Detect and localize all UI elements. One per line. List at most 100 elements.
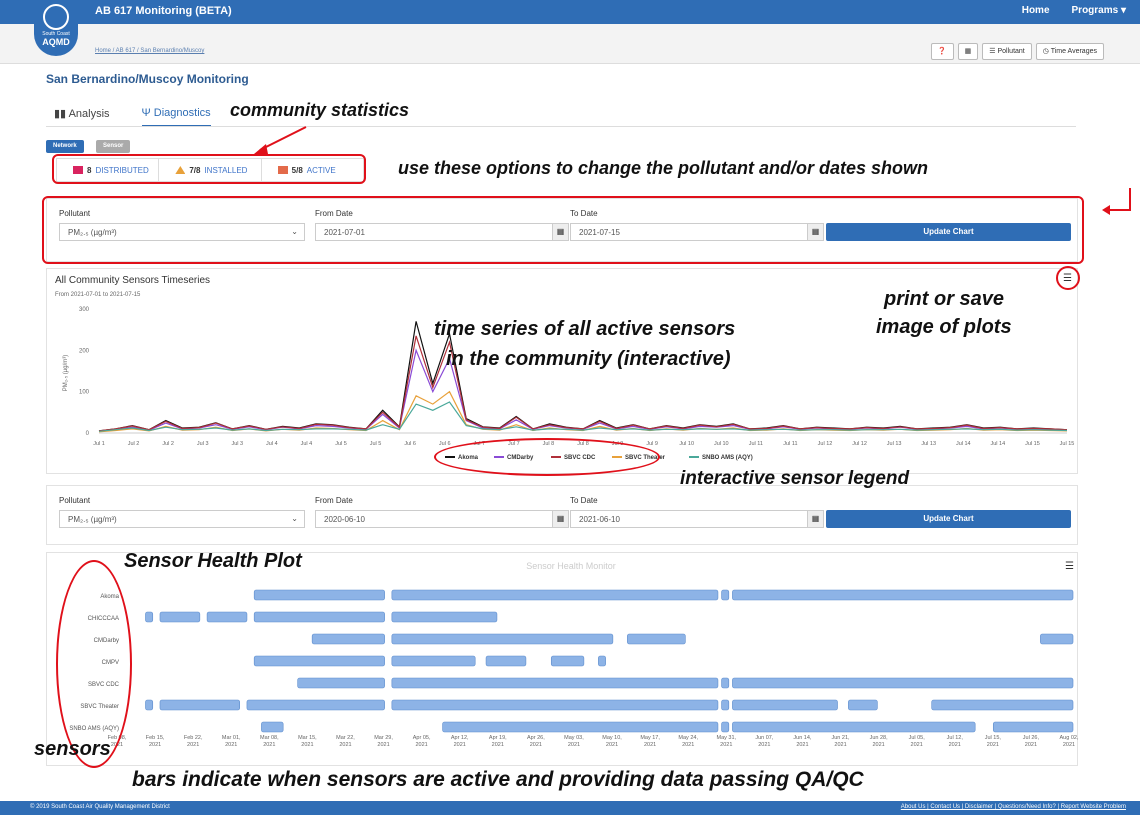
legend-item: SNBO AMS (AQY) [702,455,753,461]
chart-title: All Community Sensors Timeseries [55,275,210,286]
x-tick-label: 2021 [301,742,313,748]
annotation-health: Sensor Health Plot [124,550,302,572]
x-tick-label: Jul 6 [404,441,416,447]
main-tabs: ▮▮ Analysis Ψ Diagnostics [54,107,211,127]
nav-home[interactable]: Home [1022,5,1050,16]
x-tick-label: 2021 [1025,742,1037,748]
pollutant-select[interactable]: PM₂.₅ (µg/m³) ⌄ [59,510,305,528]
annotation-legend: interactive sensor legend [680,468,910,489]
x-tick-label: May 31, [716,735,736,741]
chart-subtitle: From 2021-07-01 to 2021-07-15 [55,292,141,298]
nav-programs[interactable]: Programs ▾ [1072,5,1126,16]
x-tick-label: Jul 15 [1060,441,1075,447]
activity-bar [159,699,240,711]
x-tick-label: Jul 05, [909,735,926,741]
breadcrumb[interactable]: Home / AB 617 / San Bernardino/Muscoy [95,48,204,54]
annotation-bars: bars indicate when sensors are active an… [132,768,864,791]
x-tick-label: Jul 1 [93,441,105,447]
x-tick-label: Mar 01, [222,735,241,741]
x-tick-label: 2021 [377,742,389,748]
x-tick-label: 2021 [644,742,656,748]
page-root: AB 617 Monitoring (BETA) Home Programs ▾… [0,0,1140,815]
x-tick-label: Apr 26, [527,735,545,741]
x-tick-label: Mar 29, [374,735,393,741]
annotation-circle-menu [1056,266,1080,290]
x-tick-label: Jul 2 [128,441,140,447]
x-tick-label: Mar 08, [260,735,279,741]
x-tick-label: Feb 22, [184,735,203,741]
activity-bar [145,611,154,623]
x-tick-label: Jul 4 [301,441,313,447]
subtab-sensor[interactable]: Sensor [96,140,131,153]
x-tick-label: May 24, [678,735,698,741]
annotation-timeseries-2: in the community (interactive) [446,348,731,370]
activity-bar [627,633,686,645]
app-title: AB 617 Monitoring (BETA) [95,5,232,17]
activity-bar [721,721,730,733]
pollutant-icon: ☰ [989,48,996,55]
activity-bar [246,699,385,711]
pollutant-button[interactable]: ☰ Pollutant [982,43,1032,60]
x-tick-label: Jul 2 [162,441,174,447]
activity-bar [732,677,1074,689]
activity-bar [253,589,385,601]
diagnostics-icon: Ψ [141,107,151,119]
x-tick-label: Jul 3 [231,441,243,447]
x-tick-label: Jul 11 [749,441,763,447]
aqmd-logo[interactable]: South Coast AQMD [34,2,78,56]
bar-chart-icon: ▮▮ [54,108,67,120]
x-tick-label: Mar 15, [298,735,317,741]
sensor-health-chart[interactable]: Sensor Health MonitorAkomaCHICCCAACMDarb… [47,553,1079,767]
activity-bar [485,655,527,667]
x-tick-label: 2021 [416,742,428,748]
x-tick-label: 2021 [949,742,961,748]
pollutant-label: Pollutant [59,496,91,505]
chart-menu-icon[interactable]: ☰ [1065,561,1074,572]
copyright: © 2019 South Coast Air Quality Managemen… [30,804,170,810]
activity-bar [848,699,878,711]
x-tick-label: 2021 [225,742,237,748]
tab-analysis[interactable]: ▮▮ Analysis [54,107,110,127]
x-tick-label: Apr 05, [413,735,431,741]
x-tick-label: 2021 [872,742,884,748]
x-tick-label: Jul 12 [852,441,867,447]
subtab-network[interactable]: Network [46,140,84,153]
to-date-label: To Date [570,496,598,505]
activity-bar [732,721,976,733]
x-tick-label: Jun 14, [793,735,812,741]
activity-bar [391,677,719,689]
time-averages-button[interactable]: ◷ Time Averages [1035,43,1104,60]
calendar-icon[interactable]: ▦ [808,510,824,528]
from-date-input[interactable]: 2020-06-10 [315,510,553,528]
activity-bar [253,611,385,623]
x-tick-label: Jul 5 [335,441,347,447]
x-tick-label: 2021 [911,742,923,748]
tab-diagnostics[interactable]: Ψ Diagnostics [141,107,211,127]
y-axis-label: PM₂.₅ (µg/m³) [63,355,69,392]
x-tick-label: 2021 [834,742,846,748]
activity-bar [261,721,284,733]
update-chart-button[interactable]: Update Chart [826,510,1071,528]
x-tick-label: Jun 21, [831,735,850,741]
annotation-print-2: image of plots [876,316,1012,338]
to-date-input[interactable]: 2021-06-10 [570,510,808,528]
x-tick-label: Jul 13 [921,441,936,447]
x-tick-label: 2021 [758,742,770,748]
x-tick-label: Jul 11 [783,441,797,447]
footer-links[interactable]: About Us | Contact Us | Disclaimer | Que… [901,804,1126,810]
x-tick-label: May 10, [602,735,622,741]
x-tick-label: 2021 [263,742,275,748]
page-title: San Bernardino/Muscoy Monitoring [46,72,249,86]
x-tick-label: 2021 [987,742,999,748]
calendar-icon[interactable]: ▦ [553,510,569,528]
map-button[interactable]: ▦ [957,43,979,60]
footer: © 2019 South Coast Air Quality Managemen… [0,801,1140,815]
help-button[interactable]: ❓ [930,43,954,60]
activity-bar [598,655,606,667]
x-tick-label: Feb 15, [146,735,165,741]
y-tick-label: 200 [79,348,90,354]
logo-emblem [43,4,69,30]
pollutant-button-label: Pollutant [997,48,1025,55]
annotation-arrow [254,126,307,154]
x-tick-label: 2021 [149,742,161,748]
